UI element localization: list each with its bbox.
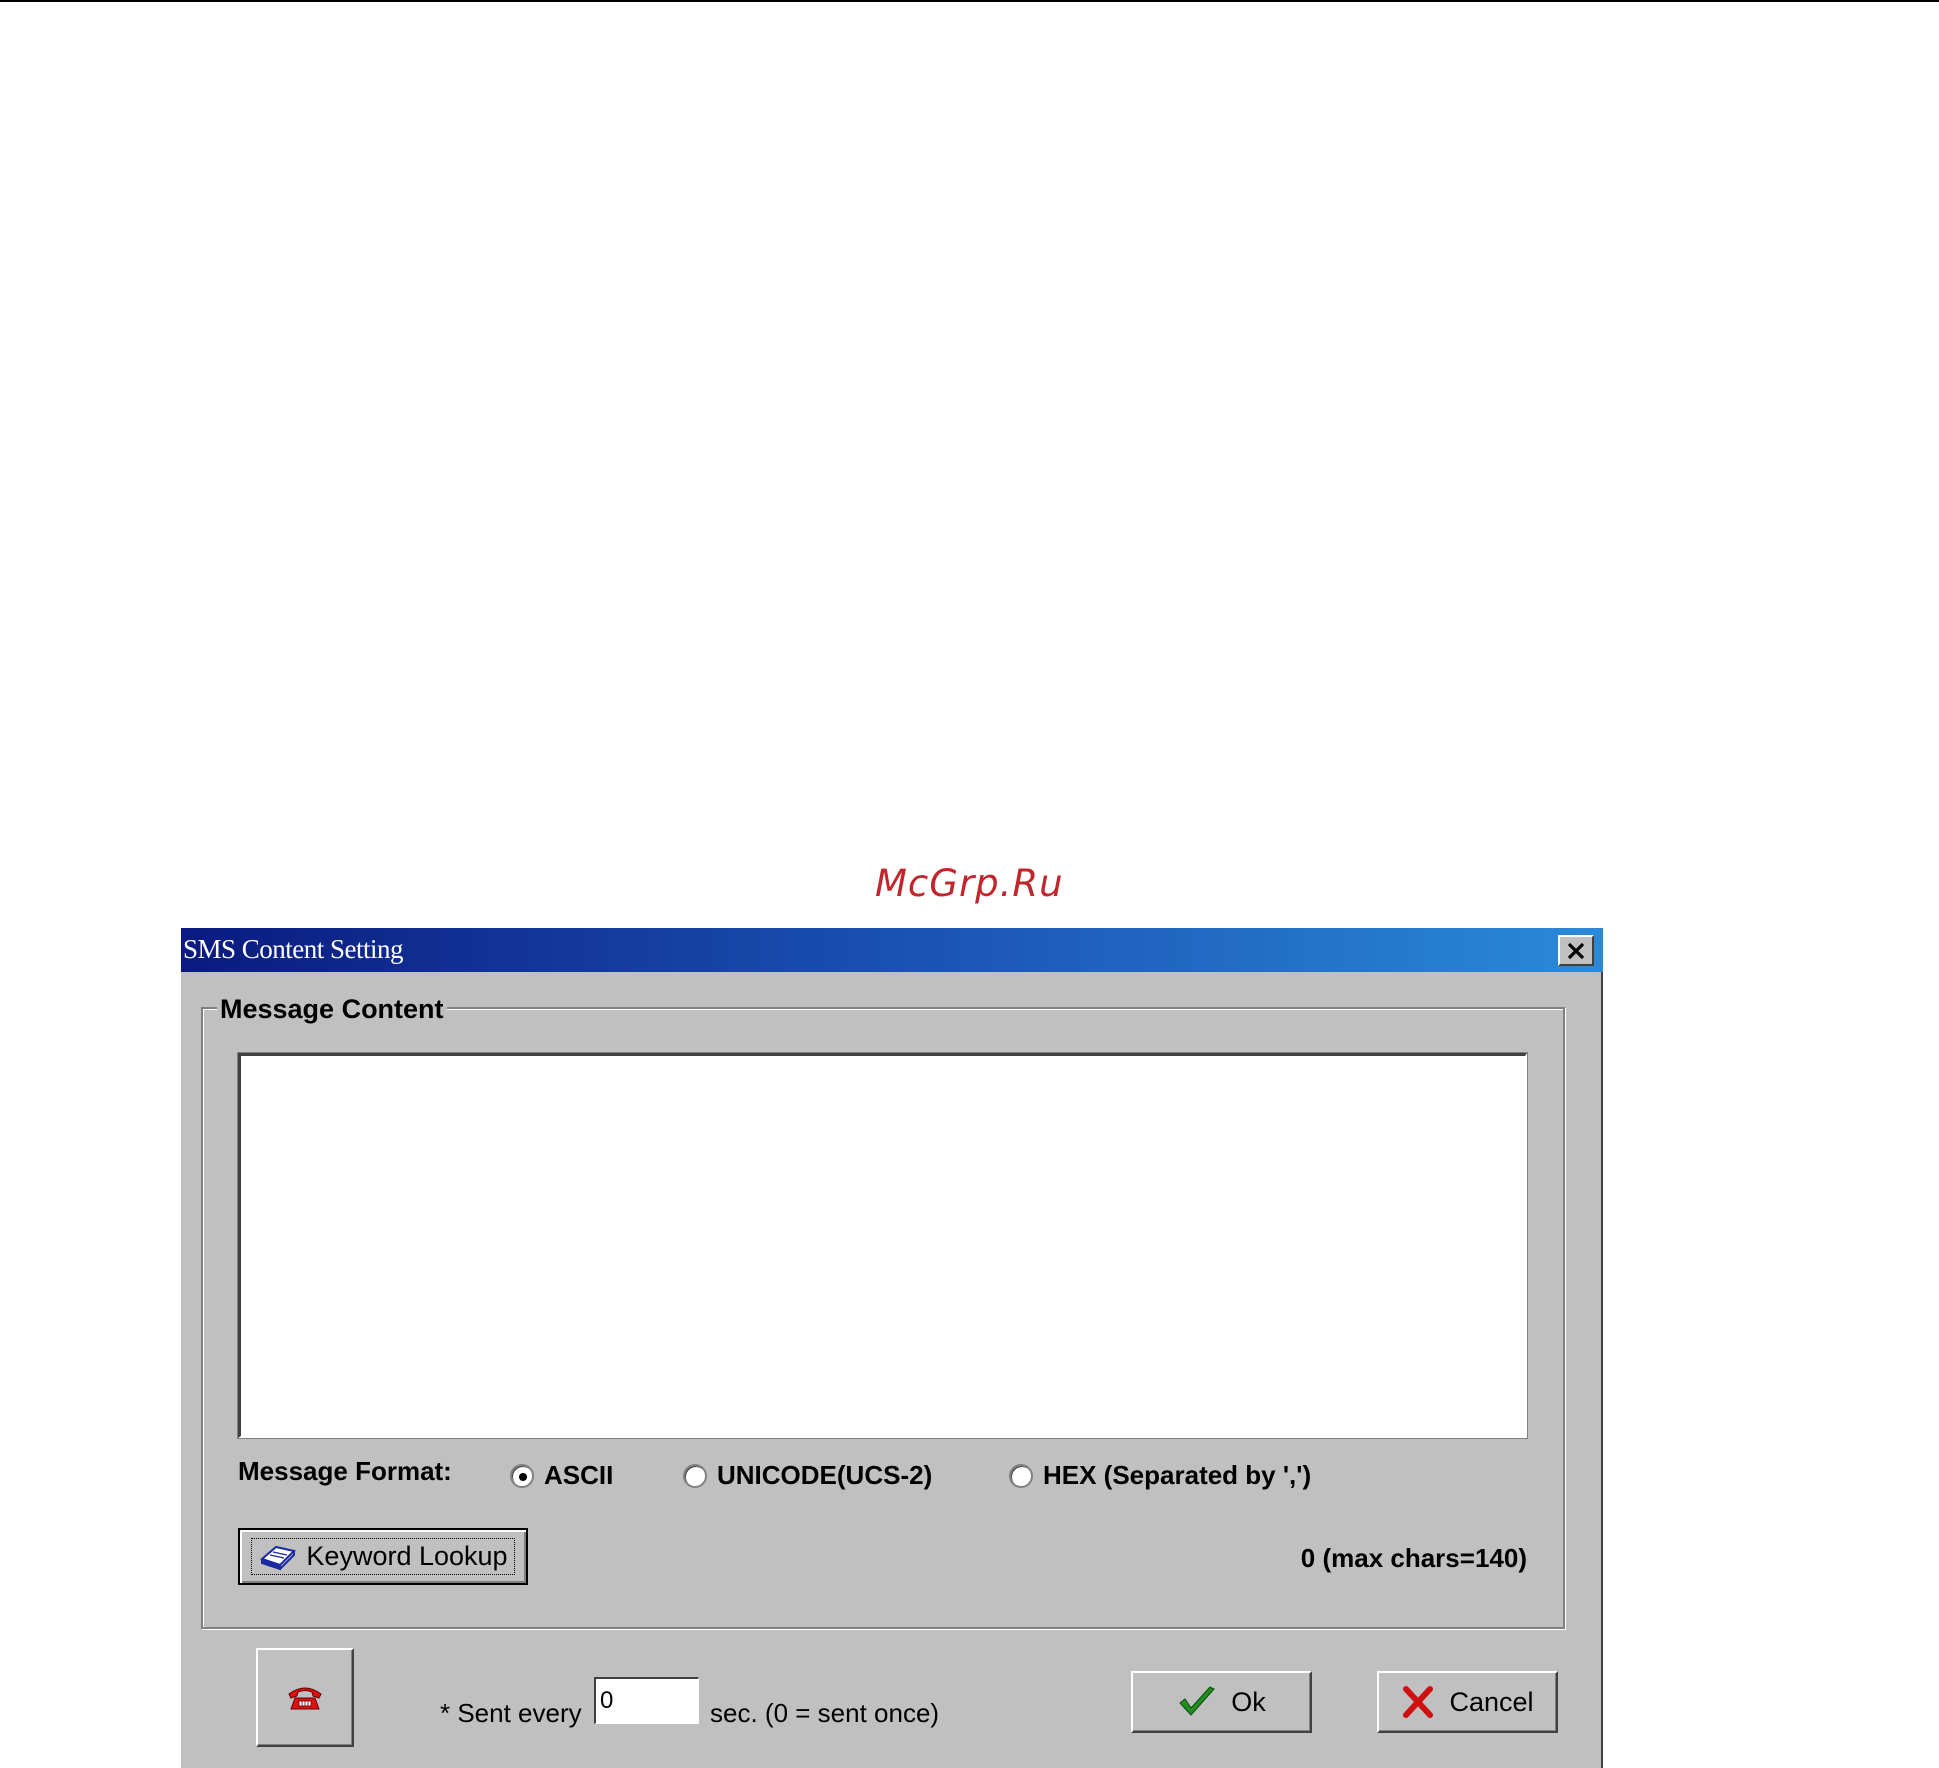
x-mark-icon [1403, 1686, 1434, 1718]
format-radio-hex[interactable]: HEX (Separated by ',') [1009, 1460, 1311, 1491]
format-hex-label: HEX (Separated by ',') [1043, 1460, 1312, 1490]
radio-button-selected[interactable] [510, 1463, 534, 1488]
keyword-lookup-focus: Keyword Lookup [251, 1538, 515, 1575]
book-icon [260, 1545, 297, 1570]
window-title: SMS Content Setting [183, 934, 404, 964]
format-unicode-label: UNICODE(UCS-2) [717, 1460, 933, 1490]
format-radio-unicode[interactable]: UNICODE(UCS-2) [683, 1460, 932, 1491]
sms-content-setting-dialog: SMS Content Setting Message Content Mess… [181, 928, 1603, 1768]
close-icon [1567, 942, 1585, 959]
ok-label: Ok [1231, 1686, 1266, 1717]
keyword-lookup-label: Keyword Lookup [306, 1541, 508, 1571]
radio-button[interactable] [683, 1463, 707, 1488]
format-ascii-label: ASCII [544, 1460, 614, 1490]
sent-every-label: * Sent every [440, 1698, 582, 1728]
radio-button[interactable] [1009, 1463, 1033, 1488]
char-count: 0 (max chars=140) [1300, 1543, 1527, 1573]
phone-icon [288, 1687, 322, 1709]
ok-button[interactable]: Ok [1131, 1671, 1312, 1733]
message-format-label: Message Format: [238, 1456, 452, 1486]
message-content-label: Message Content [217, 994, 447, 1025]
checkmark-icon [1179, 1686, 1216, 1716]
close-button[interactable] [1558, 935, 1594, 966]
phone-button[interactable] [256, 1648, 354, 1747]
cancel-label: Cancel [1449, 1686, 1534, 1717]
message-textarea[interactable] [237, 1052, 1528, 1439]
interval-seconds-input[interactable] [594, 1677, 699, 1724]
watermark: McGrp.Ru [875, 862, 1064, 905]
keyword-lookup-button[interactable]: Keyword Lookup [238, 1528, 528, 1585]
format-radio-ascii[interactable]: ASCII [510, 1460, 613, 1491]
page-top-rule [0, 0, 1939, 2]
cancel-button[interactable]: Cancel [1377, 1671, 1558, 1733]
title-bar[interactable]: SMS Content Setting [181, 928, 1603, 972]
interval-unit-label: sec. (0 = sent once) [710, 1698, 940, 1728]
